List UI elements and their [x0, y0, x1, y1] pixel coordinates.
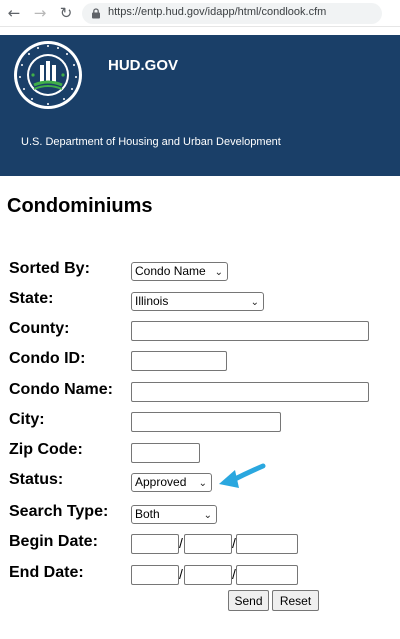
sorted-by-value: Condo Name: [135, 264, 206, 278]
city-input[interactable]: [131, 412, 281, 432]
zip-code-input[interactable]: [131, 443, 200, 463]
date-separator: /: [179, 535, 183, 551]
search-type-value: Both: [135, 507, 160, 521]
end-date-year-input[interactable]: [236, 565, 298, 585]
annotation-arrow-icon: [219, 463, 266, 488]
site-name[interactable]: HUD.GOV: [108, 57, 178, 74]
site-header: HUD.GOV U.S. Department of Housing and U…: [0, 35, 400, 176]
end-date-month-input[interactable]: [131, 565, 179, 585]
begin-date-year-input[interactable]: [236, 534, 298, 554]
send-button[interactable]: Send: [228, 590, 269, 611]
condo-name-input[interactable]: [131, 382, 369, 402]
date-separator: /: [179, 566, 183, 582]
chevron-down-icon: ⌄: [203, 510, 212, 521]
reset-button[interactable]: Reset: [272, 590, 319, 611]
county-input[interactable]: [131, 321, 369, 341]
address-bar[interactable]: https://entp.hud.gov/idapp/html/condlook…: [82, 3, 382, 24]
sorted-by-label: Sorted By:: [9, 260, 90, 277]
reload-icon[interactable]: ↻: [56, 3, 76, 23]
city-label: City:: [9, 411, 45, 428]
forward-arrow-icon[interactable]: →: [30, 3, 50, 23]
end-date-day-input[interactable]: [184, 565, 232, 585]
search-type-label: Search Type:: [9, 503, 109, 520]
url-text: https://entp.hud.gov/idapp/html/condlook…: [108, 6, 327, 18]
site-subtitle: U.S. Department of Housing and Urban Dev…: [21, 136, 281, 148]
lock-icon: [92, 8, 100, 19]
hud-seal-logo[interactable]: [12, 39, 84, 111]
begin-date-month-input[interactable]: [131, 534, 179, 554]
back-arrow-icon[interactable]: ←: [4, 3, 24, 23]
chevron-down-icon: ⌄: [198, 478, 207, 489]
status-select[interactable]: Approved ⌄: [131, 473, 212, 492]
status-value: Approved: [135, 475, 187, 489]
county-label: County:: [9, 320, 70, 337]
page-title: Condominiums: [7, 195, 153, 217]
zip-code-label: Zip Code:: [9, 441, 83, 458]
search-type-select[interactable]: Both ⌄: [131, 505, 217, 524]
status-label: Status:: [9, 471, 64, 488]
end-date-label: End Date:: [9, 564, 84, 581]
condo-id-input[interactable]: [131, 351, 227, 371]
condo-name-label: Condo Name:: [9, 381, 113, 398]
sorted-by-select[interactable]: Condo Name ⌄: [131, 262, 228, 281]
chevron-down-icon: ⌄: [250, 297, 259, 308]
begin-date-label: Begin Date:: [9, 533, 98, 550]
chevron-down-icon: ⌄: [214, 267, 223, 278]
state-value: Illinois: [135, 294, 169, 308]
begin-date-day-input[interactable]: [184, 534, 232, 554]
state-label: State:: [9, 290, 54, 307]
browser-toolbar: ← → ↻ https://entp.hud.gov/idapp/html/co…: [0, 0, 400, 27]
state-select[interactable]: Illinois ⌄: [131, 292, 264, 311]
condo-id-label: Condo ID:: [9, 350, 86, 367]
